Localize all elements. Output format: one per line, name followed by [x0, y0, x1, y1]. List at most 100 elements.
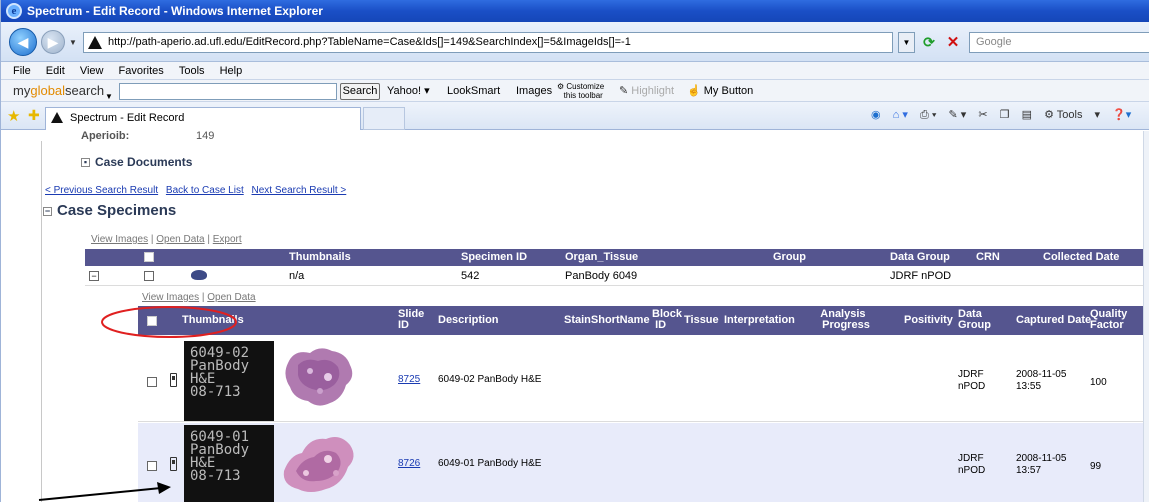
tissue-thumbnail-image[interactable] [280, 343, 358, 413]
case-specimens-section[interactable]: − Case Specimens [43, 202, 176, 219]
hand-icon: ☝ [687, 85, 701, 97]
collapse-icon[interactable]: − [43, 206, 52, 216]
copy-icon[interactable]: ❐ [1000, 109, 1010, 121]
tab-spectrum-edit-record[interactable]: Spectrum - Edit Record [45, 107, 361, 130]
collapse-row-icon[interactable]: − [89, 271, 99, 281]
specimen-row[interactable]: − n/a 542 PanBody 6049 JDRF nPOD [85, 266, 1143, 286]
slides-view-images-link[interactable]: View Images [142, 292, 199, 303]
captured-date: 2008-11-05 [1016, 369, 1067, 380]
url-input[interactable]: http://path-aperio.ad.ufl.edu/EditRecord… [83, 32, 893, 53]
search-input[interactable]: Google [969, 32, 1149, 53]
slide-row[interactable]: 6049-01 PanBody H&E 08-713 8726 6049-01 … [138, 423, 1143, 502]
highlight-label: Highlight [631, 85, 675, 97]
back-to-case-list-link[interactable]: Back to Case List [166, 185, 244, 196]
col-stain[interactable]: StainShortName [564, 315, 650, 326]
add-favorite-icon[interactable]: ✚ [28, 107, 40, 124]
browser-window: e Spectrum - Edit Record - Windows Inter… [0, 0, 1149, 502]
menu-help[interactable]: Help [220, 62, 243, 80]
favorites-star-icon[interactable]: ★ [7, 107, 20, 125]
slide-id-link[interactable]: 8726 [398, 458, 420, 469]
slide-icon[interactable] [170, 457, 177, 471]
specimen-actions: View Images | Open Data | Export [91, 234, 242, 245]
my-button[interactable]: ☝ My Button [687, 80, 753, 102]
url-text: http://path-aperio.ad.ufl.edu/EditRecord… [108, 36, 631, 48]
col-data-group[interactable]: Data Group [958, 309, 991, 331]
col-interpretation[interactable]: Interpretation [724, 315, 795, 326]
col-positivity[interactable]: Positivity [904, 315, 953, 326]
view-images-link[interactable]: View Images [91, 234, 148, 245]
menu-file[interactable]: File [13, 62, 31, 80]
images-button[interactable]: Images [516, 80, 552, 102]
stop-icon[interactable]: ✕ [943, 33, 963, 52]
menu-view[interactable]: View [80, 62, 104, 80]
refresh-icon[interactable]: ⟳ [919, 33, 939, 52]
open-data-link[interactable]: Open Data [156, 234, 204, 245]
previous-result-link[interactable]: < Previous Search Result [45, 185, 158, 196]
select-all-specimens-checkbox[interactable] [144, 252, 154, 262]
slide-row[interactable]: 6049-02 PanBody H&E 08-713 8725 6049-02 … [138, 339, 1143, 422]
col-analysis-progress[interactable]: Analysis Progress [816, 309, 870, 331]
menu-favorites[interactable]: Favorites [119, 62, 164, 80]
col-quality-factor[interactable]: Quality Factor [1090, 309, 1127, 331]
col-slide-id[interactable]: Slide ID [398, 309, 424, 331]
paste-icon[interactable]: ▤ [1022, 109, 1032, 121]
myglobalsearch-logo[interactable]: myglobalsearch [13, 83, 104, 99]
url-dropdown-icon[interactable]: ▼ [898, 32, 915, 53]
slide-actions: View Images | Open Data [142, 292, 256, 303]
tissue-thumbnail-image[interactable] [280, 427, 358, 497]
my-button-label: My Button [703, 85, 754, 97]
vertical-scrollbar[interactable] [1143, 131, 1149, 502]
col-tissue[interactable]: Tissue [684, 315, 719, 326]
specimen-table-header: Thumbnails Specimen ID Organ_Tissue Grou… [85, 249, 1143, 266]
col-group[interactable]: Group [773, 249, 806, 266]
slide-checkbox[interactable] [147, 377, 157, 387]
looksmart-button[interactable]: LookSmart [447, 80, 500, 102]
pen-icon[interactable]: ✎ ▾ [949, 109, 967, 121]
aperio-id-value: 149 [196, 131, 215, 142]
col-thumbnails[interactable]: Thumbnails [289, 249, 351, 266]
recent-pages-dropdown-icon[interactable]: ▼ [69, 38, 77, 47]
col-description[interactable]: Description [438, 315, 499, 326]
col-collected-date[interactable]: Collected Date [1043, 249, 1119, 266]
col-organ-tissue[interactable]: Organ_Tissue [565, 249, 638, 266]
toolbar-search-button[interactable]: Search [340, 83, 380, 100]
highlight-button[interactable]: ✎ Highlight [619, 80, 674, 102]
yahoo-button[interactable]: Yahoo! ▾ [387, 80, 430, 102]
export-link[interactable]: Export [213, 234, 242, 245]
cut-icon[interactable]: ✂ [978, 109, 987, 121]
col-crn[interactable]: CRN [976, 249, 1000, 266]
back-button[interactable]: ◀ [9, 28, 37, 56]
next-result-link[interactable]: Next Search Result > [252, 185, 347, 196]
captured-time: 13:57 [1016, 465, 1042, 476]
new-tab-button[interactable] [363, 107, 405, 130]
menu-tools[interactable]: Tools [179, 62, 205, 80]
select-all-slides-checkbox[interactable] [147, 316, 157, 326]
toolbar-search-input[interactable] [119, 83, 337, 100]
slides-open-data-link[interactable]: Open Data [207, 292, 255, 303]
slide-checkbox[interactable] [147, 461, 157, 471]
col-captured-date[interactable]: Captured Date [1016, 315, 1091, 326]
slide-label-image[interactable]: 6049-02 PanBody H&E 08-713 [184, 341, 274, 421]
col-specimen-id[interactable]: Specimen ID [461, 249, 527, 266]
specimen-thumbnail-icon[interactable] [191, 270, 207, 280]
forward-button[interactable]: ▶ [41, 30, 65, 54]
specimen-checkbox[interactable] [144, 271, 154, 281]
col-data-group[interactable]: Data Group [890, 249, 950, 266]
slide-id-link[interactable]: 8725 [398, 374, 420, 385]
home-icon[interactable]: ⌂ ▾ [893, 109, 908, 121]
yahoo-label: Yahoo! [387, 85, 422, 97]
address-bar: ◀ ▶ ▼ http://path-aperio.ad.ufl.edu/Edit… [1, 22, 1149, 62]
case-documents-section[interactable]: ▪ Case Documents [81, 155, 192, 169]
help-icon[interactable]: ❓▾ [1112, 109, 1131, 121]
print-icon[interactable]: ⎙ ▾ [920, 109, 936, 121]
customize-toolbar-button[interactable]: ⚙ Customize this toolbar [557, 82, 604, 100]
feeds-icon[interactable]: ◉ [871, 109, 881, 121]
col-block-id[interactable]: Block ID [652, 309, 682, 331]
slide-icon[interactable] [170, 373, 177, 387]
menu-edit[interactable]: Edit [46, 62, 65, 80]
expand-icon[interactable]: ▪ [81, 158, 90, 168]
slide-data-group: JDRF nPOD [958, 453, 985, 477]
tools-button[interactable]: ⚙ Tools ▾ [1044, 109, 1100, 121]
slide-label-image[interactable]: 6049-01 PanBody H&E 08-713 [184, 425, 274, 502]
col-slide-thumbnails[interactable]: Thumbnails [182, 315, 244, 326]
